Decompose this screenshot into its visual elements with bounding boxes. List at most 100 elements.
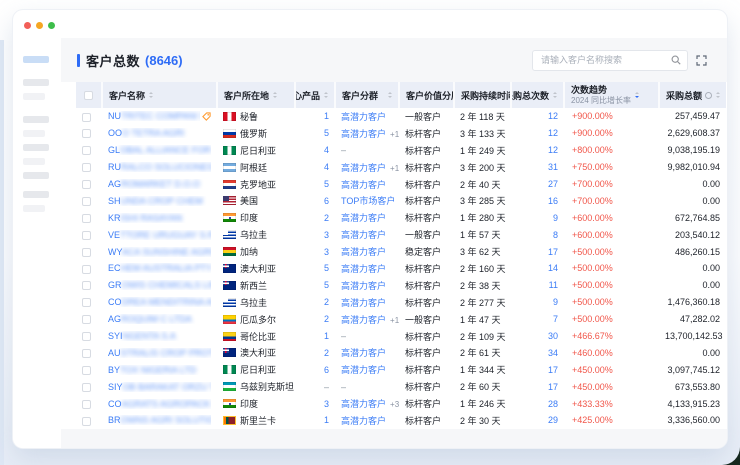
sidebar-placeholder[interactable] [23, 205, 45, 212]
purchase-count[interactable]: 28 [511, 395, 564, 412]
col-header-core-products[interactable]: 核心产品 [295, 82, 335, 108]
segment-label[interactable]: 高潜力客户 [341, 213, 386, 223]
core-products-count[interactable]: 2 [295, 311, 335, 328]
row-checkbox[interactable] [82, 146, 91, 155]
customer-name-link[interactable]: BYTOX NIGERIA LTD [108, 365, 211, 375]
customer-name-link[interactable]: AUSTRALIS CROP PROTECTIONP... [108, 348, 211, 358]
customer-name-link[interactable]: SIYOB BARAKAT ORZU TORABYX... [108, 382, 211, 392]
core-products-count[interactable]: 2 [295, 294, 335, 311]
segment-label[interactable]: 高潜力客户 [341, 112, 386, 122]
fullscreen-icon[interactable] [695, 54, 708, 67]
customer-name-link[interactable]: VETTORE URUGUAY S.R.L [108, 230, 211, 240]
segment-label[interactable]: TOP市场客户 [341, 196, 395, 206]
customer-name-link[interactable]: RURALCO SOLUCIONES S.A [108, 162, 211, 172]
purchase-count[interactable]: 14 [511, 260, 564, 277]
segment-label[interactable]: – [341, 331, 346, 341]
row-checkbox[interactable] [82, 349, 91, 358]
segment-label[interactable]: 高潜力客户 [341, 264, 386, 274]
sidebar-placeholder[interactable] [23, 158, 45, 165]
core-products-count[interactable]: – [295, 378, 335, 395]
purchase-count[interactable]: 12 [511, 108, 564, 125]
customer-name-link[interactable]: NUTRITEC COMPANI S.A.C [108, 111, 200, 121]
sidebar-placeholder[interactable] [23, 144, 49, 151]
row-checkbox[interactable] [82, 400, 91, 409]
purchase-count[interactable]: 34 [511, 344, 564, 361]
purchase-count[interactable]: 11 [511, 277, 564, 294]
row-checkbox[interactable] [82, 315, 91, 324]
purchase-count[interactable]: 27 [511, 176, 564, 193]
segment-label[interactable]: 高潜力客户 [341, 315, 386, 325]
sidebar-placeholder[interactable] [23, 93, 45, 100]
row-checkbox[interactable] [82, 113, 91, 122]
col-header-trend[interactable]: 次数趋势 2024 同比增长率 [564, 82, 659, 108]
core-products-count[interactable]: 3 [295, 243, 335, 260]
purchase-count[interactable]: 31 [511, 159, 564, 176]
col-header-segment[interactable]: 客户分群 [335, 82, 399, 108]
row-checkbox[interactable] [82, 231, 91, 240]
row-checkbox[interactable] [82, 129, 91, 138]
segment-label[interactable]: 高潜力客户 [341, 298, 386, 308]
row-checkbox[interactable] [82, 265, 91, 274]
maximize-window-icon[interactable] [48, 22, 55, 29]
core-products-count[interactable]: 5 [295, 277, 335, 294]
sidebar-placeholder[interactable] [23, 130, 45, 137]
row-checkbox[interactable] [82, 366, 91, 375]
customer-name-link[interactable]: AGROMARKET D.O.O [108, 179, 211, 189]
customer-name-link[interactable]: WYACA SUNSHINE AGRO PRODU... [108, 247, 211, 257]
row-checkbox[interactable] [82, 281, 91, 290]
purchase-count[interactable]: 9 [511, 209, 564, 226]
core-products-count[interactable]: 4 [295, 142, 335, 159]
sidebar-placeholder[interactable] [23, 172, 49, 179]
row-checkbox[interactable] [82, 298, 91, 307]
purchase-count[interactable]: 17 [511, 361, 564, 378]
minimize-window-icon[interactable] [36, 22, 43, 29]
segment-label[interactable]: 高潜力客户 [341, 365, 386, 375]
purchase-count[interactable]: 8 [511, 226, 564, 243]
purchase-count[interactable]: 7 [511, 311, 564, 328]
col-header-duration[interactable]: 采购持续时间 [454, 82, 511, 108]
segment-label[interactable]: – [341, 382, 346, 392]
customer-name-link[interactable]: AGROQUIM C LTDA [108, 314, 211, 324]
customer-name-link[interactable]: GLOBAL ALLIANCE FOR CHEMICA... [108, 145, 211, 155]
col-header-total-purchases[interactable]: 采购总次数 [511, 82, 564, 108]
core-products-count[interactable]: 5 [295, 260, 335, 277]
core-products-count[interactable]: 1 [295, 412, 335, 429]
purchase-count[interactable]: 17 [511, 243, 564, 260]
core-products-count[interactable]: 3 [295, 226, 335, 243]
row-checkbox[interactable] [82, 197, 91, 206]
core-products-count[interactable]: 2 [295, 344, 335, 361]
search-box[interactable] [532, 50, 688, 71]
customer-name-link[interactable]: SHUNDA CROP CHEM [108, 196, 211, 206]
row-checkbox[interactable] [82, 383, 91, 392]
col-header-customer-name[interactable]: 客户名称 [102, 82, 217, 108]
customer-name-link[interactable]: ECHEM AUSTRALIA PTY LIMITED [108, 263, 211, 273]
row-checkbox[interactable] [82, 180, 91, 189]
segment-label[interactable]: 高潜力客户 [341, 163, 386, 173]
core-products-count[interactable]: 4 [295, 159, 335, 176]
segment-label[interactable]: 高潜力客户 [341, 247, 386, 257]
segment-label[interactable]: 高潜力客户 [341, 281, 386, 291]
segment-label[interactable]: 高潜力客户 [341, 180, 386, 190]
core-products-count[interactable]: 1 [295, 328, 335, 345]
segment-label[interactable]: – [341, 145, 346, 155]
core-products-count[interactable]: 6 [295, 192, 335, 209]
purchase-count[interactable]: 9 [511, 294, 564, 311]
sidebar-placeholder[interactable] [23, 116, 49, 123]
purchase-count[interactable]: 16 [511, 192, 564, 209]
row-checkbox[interactable] [82, 214, 91, 223]
purchase-count[interactable]: 30 [511, 328, 564, 345]
segment-label[interactable]: 高潜力客户 [341, 230, 386, 240]
customer-name-link[interactable]: COAGRATS AGROPACK PRIVATE ... [108, 399, 211, 409]
col-header-total-amount[interactable]: 采购总额 [659, 82, 726, 108]
customer-name-link[interactable]: SYINGENTA S.A [108, 331, 211, 341]
row-checkbox[interactable] [82, 248, 91, 257]
purchase-count[interactable]: 12 [511, 125, 564, 142]
col-header-location[interactable]: 客户所在地 [217, 82, 295, 108]
purchase-count[interactable]: 29 [511, 412, 564, 429]
row-checkbox[interactable] [82, 417, 91, 426]
col-header-value-tier[interactable]: 客户价值分层 [399, 82, 454, 108]
sidebar-placeholder[interactable] [23, 79, 49, 86]
row-checkbox[interactable] [82, 163, 91, 172]
core-products-count[interactable]: 5 [295, 176, 335, 193]
customer-name-link[interactable]: BROWNS AGRI SOLUTIONS PVT LTD [108, 415, 211, 425]
